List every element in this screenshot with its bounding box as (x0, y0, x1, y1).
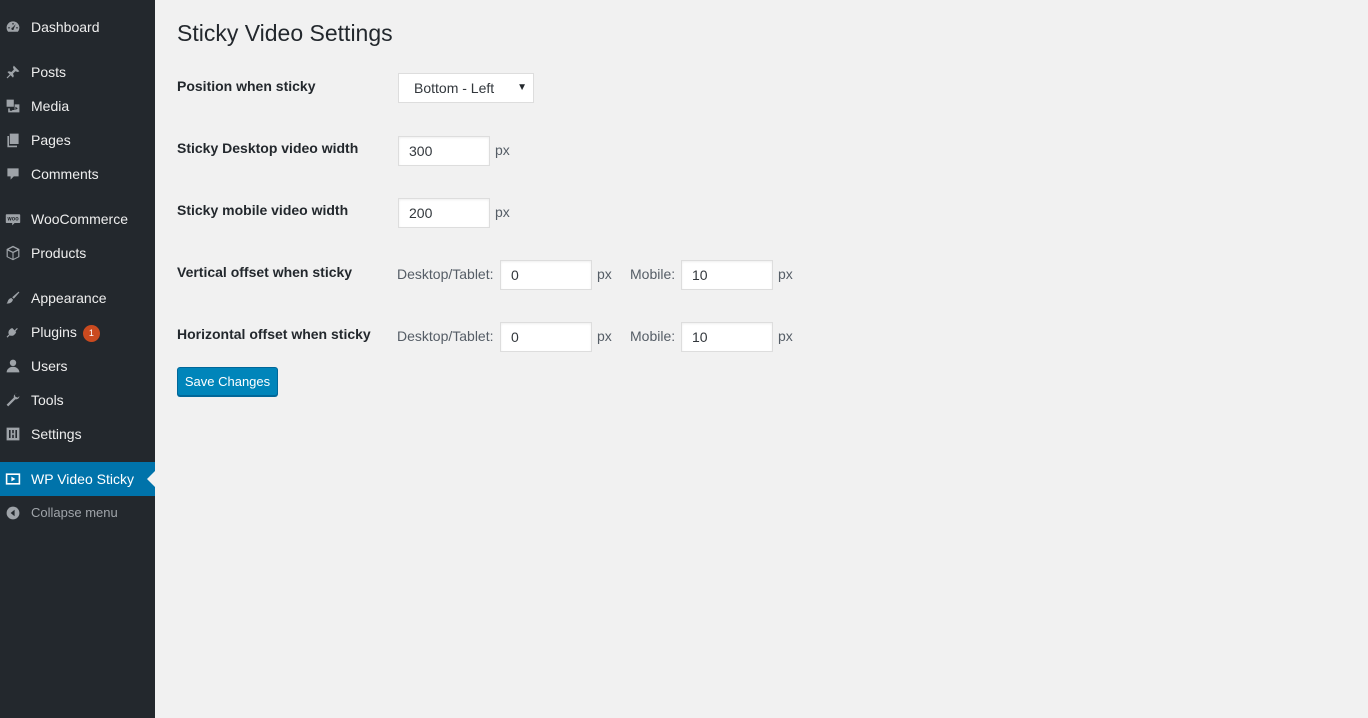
dashboard-icon (4, 19, 22, 35)
horizontal-mobile-label: Mobile: (630, 328, 676, 344)
settings-page: Sticky Video Settings Position when stic… (177, 0, 1368, 718)
sidebar-item-pages[interactable]: Pages (0, 123, 155, 157)
sidebar-item-label: Products (31, 245, 87, 261)
sidebar-item-plugins[interactable]: Plugins 1 (0, 315, 155, 349)
box-icon (4, 245, 22, 261)
plug-icon (4, 324, 22, 340)
settings-icon (4, 426, 22, 442)
mobile-width-label: Sticky mobile video width (177, 202, 349, 218)
video-icon (4, 471, 22, 487)
sidebar-item-label: Users (31, 358, 68, 374)
mobile-width-unit: px (495, 204, 510, 220)
sidebar-item-label: Settings (31, 426, 82, 442)
horizontal-mobile-unit: px (778, 328, 793, 344)
vertical-mobile-input[interactable]: 10 (681, 260, 773, 290)
sidebar-item-users[interactable]: Users (0, 349, 155, 383)
media-icon (4, 98, 22, 114)
sidebar-item-settings[interactable]: Settings (0, 417, 155, 451)
vertical-desktop-input[interactable]: 0 (500, 260, 592, 290)
woocommerce-icon: WOO (4, 211, 22, 227)
position-selected-value: Bottom - Left (414, 80, 495, 96)
horizontal-desktop-input[interactable]: 0 (500, 322, 592, 352)
comment-icon (4, 166, 22, 182)
sidebar-item-label: Plugins 1 (31, 315, 100, 349)
pin-icon (4, 64, 22, 80)
chevron-down-icon: ▼ (517, 82, 527, 93)
sidebar-item-label: Dashboard (31, 19, 100, 35)
sidebar-item-label: WP Video Sticky (31, 471, 134, 487)
desktop-width-unit: px (495, 142, 510, 158)
sidebar-item-dashboard[interactable]: Dashboard (0, 10, 155, 44)
svg-text:WOO: WOO (7, 217, 19, 222)
collapse-icon (4, 505, 22, 521)
sidebar-item-media[interactable]: Media (0, 89, 155, 123)
sidebar-item-label: Media (31, 98, 70, 114)
horizontal-offset-row: Horizontal offset when sticky Desktop/Ta… (177, 322, 977, 352)
vertical-offset-label: Vertical offset when sticky (177, 264, 353, 280)
admin-sidebar: Dashboard Posts Media Pages Comments WOO… (0, 0, 155, 718)
position-label: Position when sticky (177, 78, 316, 94)
mobile-width-input[interactable]: 200 (398, 198, 490, 228)
sidebar-item-label: Posts (31, 64, 67, 80)
horizontal-mobile-input[interactable]: 10 (681, 322, 773, 352)
vertical-desktop-unit: px (597, 266, 612, 282)
page-title: Sticky Video Settings (177, 20, 393, 46)
collapse-menu-button[interactable]: Collapse menu (0, 496, 155, 530)
plugins-update-badge: 1 (82, 325, 100, 342)
sidebar-item-label: Comments (31, 166, 99, 182)
sidebar-item-appearance[interactable]: Appearance (0, 281, 155, 315)
sidebar-item-label: Tools (31, 392, 64, 408)
sidebar-item-label: Pages (31, 132, 71, 148)
horizontal-desktop-unit: px (597, 328, 612, 344)
vertical-mobile-unit: px (778, 266, 793, 282)
vertical-offset-row: Vertical offset when sticky Desktop/Tabl… (177, 260, 977, 290)
horizontal-offset-label: Horizontal offset when sticky (177, 326, 371, 342)
save-changes-button[interactable]: Save Changes (177, 367, 278, 396)
sidebar-item-label: Collapse menu (31, 505, 118, 520)
user-icon (4, 358, 22, 374)
pages-icon (4, 132, 22, 148)
position-select[interactable]: Bottom - Left ▼ (398, 73, 534, 103)
sidebar-item-products[interactable]: Products (0, 236, 155, 270)
horizontal-desktop-label: Desktop/Tablet: (397, 328, 494, 344)
sidebar-item-label: Appearance (31, 290, 107, 306)
sidebar-item-comments[interactable]: Comments (0, 157, 155, 191)
sidebar-item-woocommerce[interactable]: WOO WooCommerce (0, 202, 155, 236)
desktop-width-row: Sticky Desktop video width 300 px (177, 136, 977, 166)
desktop-width-label: Sticky Desktop video width (177, 140, 359, 156)
desktop-width-input[interactable]: 300 (398, 136, 490, 166)
brush-icon (4, 290, 22, 306)
sidebar-item-label: WooCommerce (31, 211, 128, 227)
wrench-icon (4, 392, 22, 408)
vertical-mobile-label: Mobile: (630, 266, 676, 282)
position-row: Position when sticky Bottom - Left ▼ (177, 73, 977, 104)
sidebar-item-wp-video-sticky[interactable]: WP Video Sticky (0, 462, 155, 496)
sidebar-item-tools[interactable]: Tools (0, 383, 155, 417)
mobile-width-row: Sticky mobile video width 200 px (177, 198, 977, 228)
sidebar-item-posts[interactable]: Posts (0, 55, 155, 89)
vertical-desktop-label: Desktop/Tablet: (397, 266, 494, 282)
